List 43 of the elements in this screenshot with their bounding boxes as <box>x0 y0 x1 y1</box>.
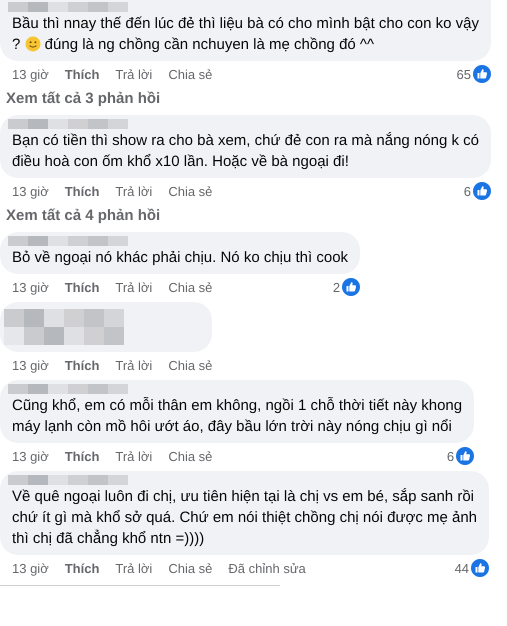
comment-text: Bầu thì nnay thế đến lúc đẻ thì liệu bà có cho mình bật cho con ko vậy ? đúng là ng chồng cần nchuyen là mẹ chồng đó ^^ <box>12 14 479 55</box>
edited-label: Đã chỉnh sửa <box>228 560 306 576</box>
like-icon <box>472 65 491 83</box>
share-link[interactable]: Chia sẻ <box>168 66 212 82</box>
comment-text: Bạn có tiền thì show ra cho bà xem, chứ đẻ con ra mà nắng nóng k có điều hoà con ốm khổ x10 lần. Hoặc về bà ngoại đi! <box>12 131 479 172</box>
reaction-count[interactable]: 65 <box>456 66 471 82</box>
like-link[interactable]: Thích <box>64 560 100 576</box>
reaction-count[interactable]: 44 <box>454 560 470 576</box>
share-link[interactable]: Chia sẻ <box>168 358 212 372</box>
comment-time[interactable]: 13 giờ <box>12 66 49 82</box>
like-link[interactable]: Thích <box>64 280 100 294</box>
reply-link[interactable]: Trả lời <box>115 184 152 198</box>
comment-time[interactable]: 13 giờ <box>12 560 49 576</box>
reply-link[interactable]: Trả lời <box>115 358 152 372</box>
reaction-count[interactable]: 6 <box>446 448 454 464</box>
share-link[interactable]: Chia sẻ <box>168 184 212 198</box>
reaction-count[interactable]: 2 <box>332 280 340 294</box>
like-icon <box>342 278 360 296</box>
reply-link[interactable]: Trả lời <box>115 448 152 464</box>
like-link[interactable]: Thích <box>64 448 100 464</box>
like-link[interactable]: Thích <box>64 66 100 82</box>
share-link[interactable]: Chia sẻ <box>168 448 212 464</box>
reaction-count[interactable]: 6 <box>464 184 471 198</box>
like-icon <box>472 182 491 200</box>
reply-link[interactable]: Trả lời <box>115 560 152 576</box>
comment-text: Bỏ về ngoại nó khác phải chịu. Nó ko chịu thì cook <box>12 248 348 268</box>
comment-time[interactable]: 13 giờ <box>12 280 49 294</box>
comment-text: Cũng khổ, em có mỗi thân em không, ngồi 1 chỗ thời tiết này khong máy lạnh còn mồ hôi ướt áo, đây bầu lớn trời này nóng chịu gì nổi <box>12 396 462 437</box>
like-icon <box>456 447 474 465</box>
share-link[interactable]: Chia sẻ <box>168 560 212 576</box>
like-link[interactable]: Thích <box>64 184 100 198</box>
view-replies-link[interactable]: Xem tất cả 4 phản hồi <box>0 207 160 224</box>
comment-text: Về quê ngoại luôn đi chị, ưu tiên hiện tại là chị vs em bé, sắp sanh rồi chứ ít gì mà khổ sở quá. Chứ em nói thiệt chồng chị nói được mẹ ảnh thì chị đã chẳng khổ ntn =)))) <box>12 487 478 549</box>
view-replies-link[interactable]: Xem tất cả 3 phản hồi <box>0 90 160 107</box>
comment-time[interactable]: 13 giờ <box>12 184 49 198</box>
comment-time[interactable]: 13 giờ <box>12 358 49 372</box>
reply-link[interactable]: Trả lời <box>115 66 152 82</box>
smiley-icon <box>24 36 41 52</box>
like-link[interactable]: Thích <box>64 358 100 372</box>
like-icon <box>471 559 490 577</box>
comment-time[interactable]: 13 giờ <box>12 448 49 464</box>
reply-link[interactable]: Trả lời <box>115 280 152 294</box>
share-link[interactable]: Chia sẻ <box>168 280 212 294</box>
